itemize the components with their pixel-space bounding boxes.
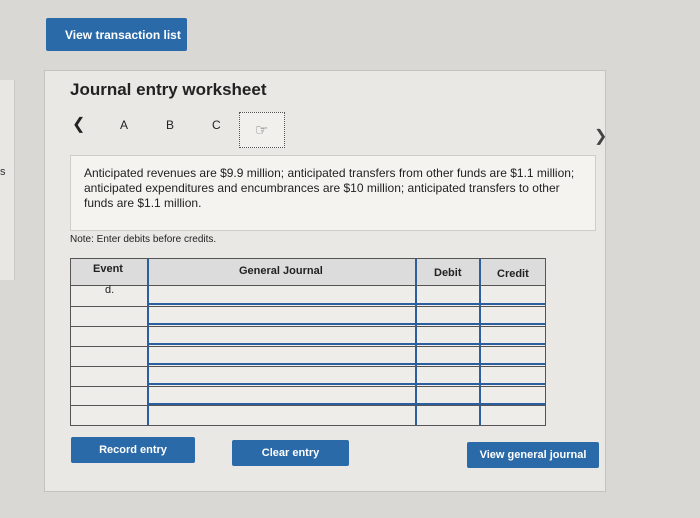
column-divider xyxy=(415,259,417,425)
row-divider xyxy=(71,405,545,406)
input-row-separator xyxy=(149,343,545,345)
column-divider xyxy=(479,259,481,425)
header-credit: Credit xyxy=(497,268,529,280)
column-divider xyxy=(147,259,149,425)
debit-input[interactable] xyxy=(419,367,477,383)
header-general-journal: General Journal xyxy=(239,265,323,277)
tab-d-active[interactable]: ☞ xyxy=(239,112,285,148)
debit-input[interactable] xyxy=(419,347,477,363)
credit-input[interactable] xyxy=(483,307,543,323)
view-transaction-list-button[interactable]: View transaction list xyxy=(46,18,187,51)
account-input[interactable] xyxy=(151,327,413,343)
input-row-separator xyxy=(149,403,545,405)
account-input[interactable] xyxy=(151,367,413,383)
header-event: Event xyxy=(93,263,123,275)
input-row-separator xyxy=(149,363,545,365)
view-general-journal-button[interactable]: View general journal xyxy=(467,442,599,468)
worksheet-title: Journal entry worksheet xyxy=(70,80,267,99)
debit-input[interactable] xyxy=(419,327,477,343)
event-cell: d. xyxy=(105,284,115,296)
input-row-separator xyxy=(149,303,545,305)
tab-a[interactable]: A xyxy=(120,118,128,132)
clear-entry-button[interactable]: Clear entry xyxy=(232,440,349,466)
journal-table: Event General Journal Debit Credit d. xyxy=(70,258,546,426)
note-text: Note: Enter debits before credits. xyxy=(70,234,217,245)
account-input[interactable] xyxy=(151,307,413,323)
hand-pointer-icon: ☞ xyxy=(255,122,269,139)
input-row-separator xyxy=(149,323,545,325)
debit-input[interactable] xyxy=(419,307,477,323)
header-debit: Debit xyxy=(434,267,462,279)
credit-input[interactable] xyxy=(483,347,543,363)
left-panel-edge xyxy=(0,80,15,280)
description-text: Anticipated revenues are $9.9 million; a… xyxy=(84,166,575,210)
credit-input[interactable] xyxy=(483,367,543,383)
debit-input[interactable] xyxy=(419,387,477,403)
credit-input[interactable] xyxy=(483,387,543,403)
credit-input[interactable] xyxy=(483,286,543,302)
input-row-separator xyxy=(149,383,545,385)
chevron-left-icon[interactable]: ❮ xyxy=(72,114,85,134)
account-input[interactable] xyxy=(151,286,413,302)
tab-c[interactable]: C xyxy=(212,118,221,132)
debit-input[interactable] xyxy=(419,286,477,302)
transaction-description: Anticipated revenues are $9.9 million; a… xyxy=(70,155,596,231)
chevron-right-icon[interactable]: ❯ xyxy=(594,126,607,146)
credit-input[interactable] xyxy=(483,327,543,343)
account-input[interactable] xyxy=(151,347,413,363)
left-edge-text: s xyxy=(0,166,6,178)
account-input[interactable] xyxy=(151,387,413,403)
tab-b[interactable]: B xyxy=(166,118,174,132)
record-entry-button[interactable]: Record entry xyxy=(71,437,195,463)
